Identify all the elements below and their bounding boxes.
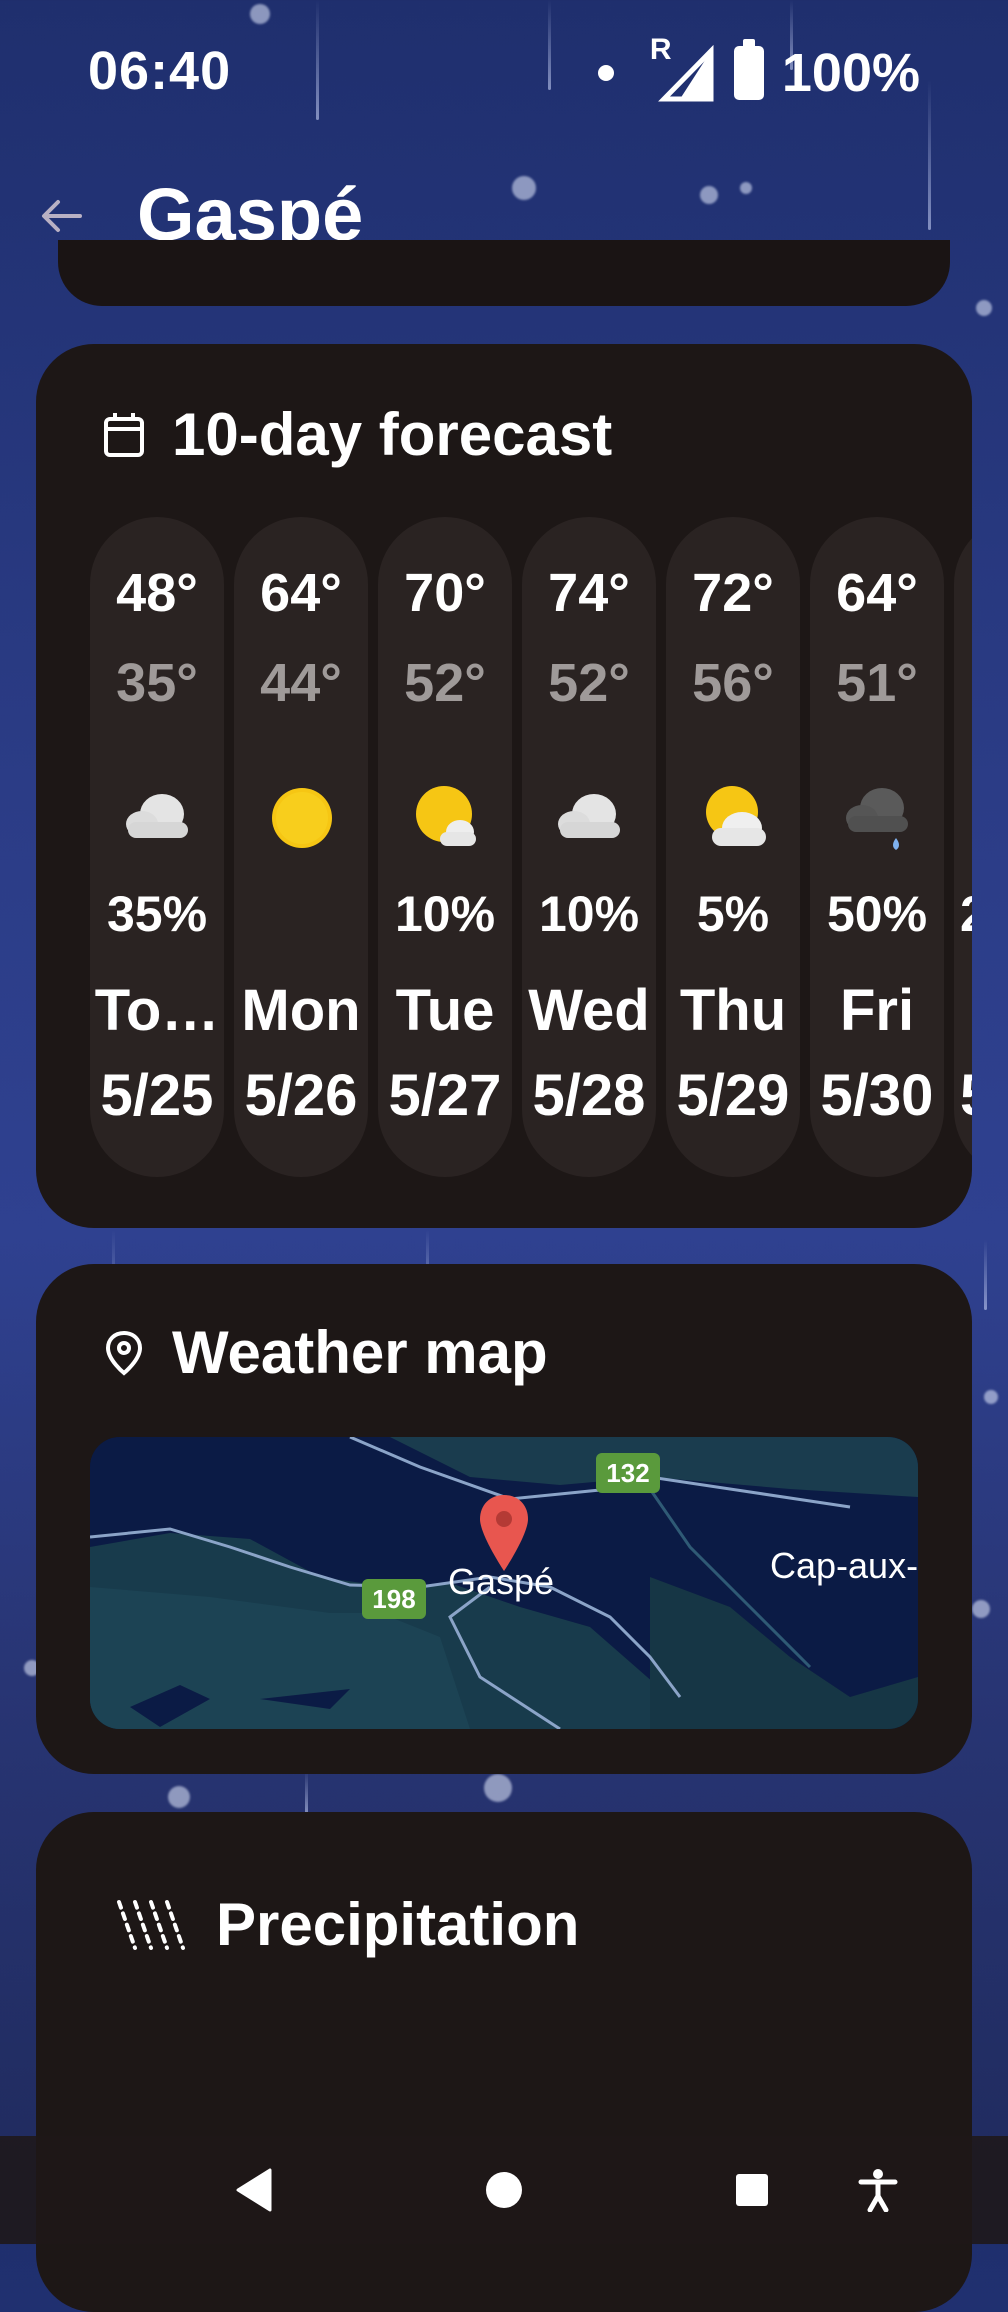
battery-icon [733,39,764,100]
day-name: Thu [679,978,787,1043]
precip-chance: 35% [106,886,208,942]
previous-card-edge [58,240,950,306]
precip-chance: 5% [696,886,770,942]
system-nav-bar [0,2136,1008,2244]
forecast-day[interactable]: 74° 52° 10% Wed 5/28 [522,517,656,1177]
calendar-icon [98,409,150,461]
rain-icon [846,788,908,850]
day-name: Fri [839,978,915,1043]
cell-signal-icon: R [650,33,716,103]
weather-map-card: Weather map 132 198 Gaspé Cap-aux- [36,1264,972,1774]
day-date: 5/30 [820,1063,934,1128]
precipitation-icon [114,1899,194,1951]
precip-chance: 2 [954,885,972,943]
location-pin-icon [98,1327,150,1379]
forecast-day[interactable]: 2 5 [954,517,972,1177]
nav-back-button[interactable] [224,2160,284,2220]
nav-home-button[interactable] [474,2160,534,2220]
low-temp: 52° [548,653,630,713]
day-date: 5 [954,1062,972,1129]
battery-level: 100% [781,43,920,103]
high-temp: 48° [116,563,198,623]
high-temp: 72° [692,563,774,623]
low-temp: 35° [116,653,198,713]
day-name: Wed [528,978,650,1043]
precipitation-header: Precipitation [114,1890,579,1959]
precip-chance: 50% [826,886,928,942]
cloudy-icon [126,794,188,838]
low-temp: 56° [692,653,774,713]
notification-dot-icon [597,65,614,81]
day-date: 5/26 [244,1063,358,1128]
mostly-sunny-icon [416,786,476,846]
forecast-day[interactable]: 70° 52° 10% Tue 5/27 [378,517,512,1177]
arrow-back-icon [42,200,82,232]
day-name: Tue [395,978,495,1043]
low-temp: 52° [404,653,486,713]
high-temp: 74° [548,563,630,623]
day-name: To… [94,978,220,1043]
high-temp: 64° [260,563,342,623]
map-header: Weather map [98,1318,548,1387]
precip-chance: 10% [538,886,640,942]
route-198-badge: 198 [362,1579,426,1619]
day-name: Mon [241,978,361,1043]
forecast-day[interactable]: 64° 51° 50% Fri 5/30 [810,517,944,1177]
back-button[interactable] [38,192,86,240]
route-132-badge: 132 [596,1453,660,1493]
precipitation-title: Precipitation [216,1891,580,1958]
forecast-card: 10-day forecast 48° 35° 35% To… 5/25 64°… [36,344,972,1228]
cloudy-icon [558,794,620,838]
circle-home-icon [486,2172,522,2208]
forecast-days-list[interactable]: 48° 35° 35% To… 5/25 64° 44° Mon 5/26 70… [90,517,972,1177]
map-title: Weather map [172,1319,548,1386]
high-temp: 64° [836,563,918,623]
day-date: 5/27 [388,1063,502,1128]
weather-map[interactable]: 132 198 Gaspé Cap-aux- [90,1437,918,1729]
forecast-title: 10-day forecast [172,401,613,468]
clock: 06:40 [88,41,232,101]
triangle-back-icon [236,2168,272,2212]
sunny-icon [272,788,332,848]
forecast-day[interactable]: 72° 56° 5% Thu 5/29 [666,517,800,1177]
high-temp: 70° [404,563,486,623]
forecast-day[interactable]: 64° 44° Mon 5/26 [234,517,368,1177]
accessibility-icon [858,2169,898,2212]
low-temp: 44° [260,653,342,713]
forecast-day[interactable]: 48° 35° 35% To… 5/25 [90,517,224,1177]
low-temp: 51° [836,653,918,713]
day-date: 5/25 [100,1063,214,1128]
precip-chance: 10% [394,886,496,942]
map-place-label: Gaspé [448,1561,555,1602]
roaming-badge: R [649,33,672,66]
day-date: 5/29 [676,1063,790,1128]
nav-recents-button[interactable] [722,2160,782,2220]
day-date: 5/28 [532,1063,646,1128]
partly-cloudy-icon [706,786,766,846]
accessibility-button[interactable] [848,2160,908,2220]
status-bar: 06:40 R 100% [0,0,1008,150]
map-place-label-2: Cap-aux- [770,1545,918,1586]
square-recents-icon [736,2174,768,2206]
forecast-header: 10-day forecast [98,400,612,469]
